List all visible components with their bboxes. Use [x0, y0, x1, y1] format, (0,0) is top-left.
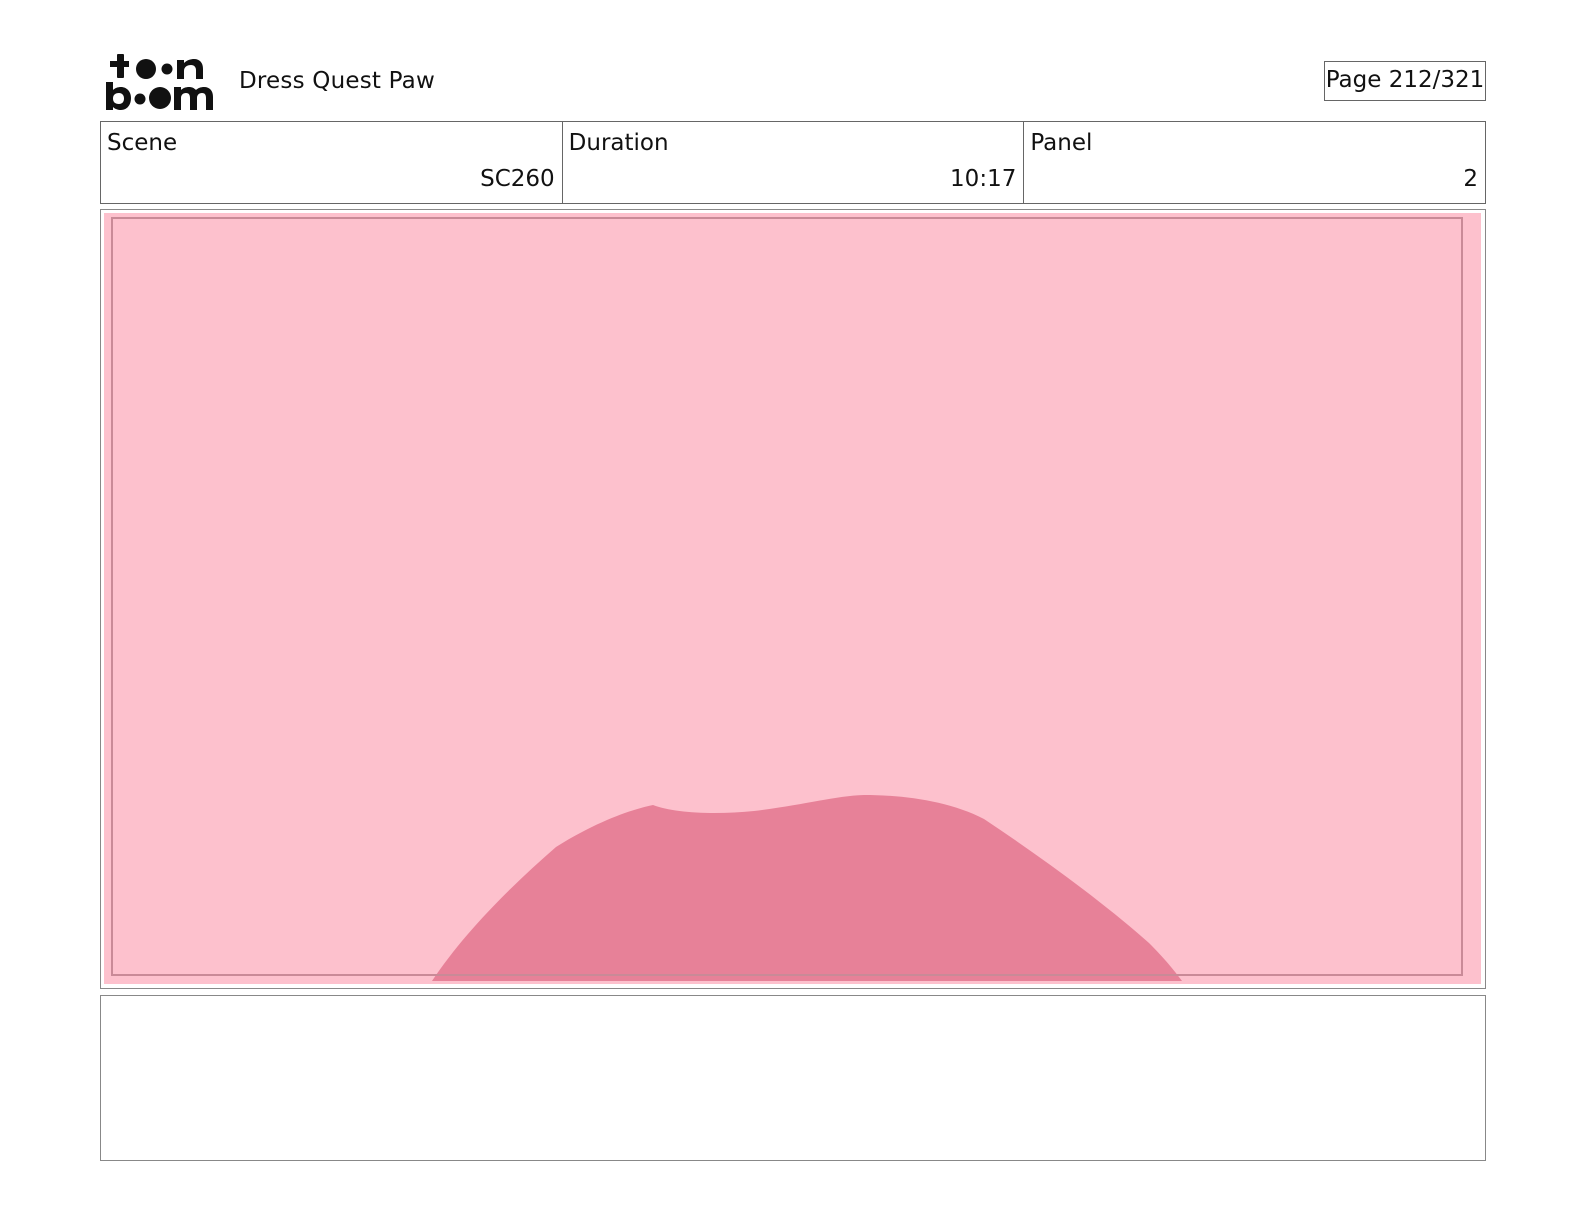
- panel-label: Panel: [1030, 130, 1093, 156]
- duration-cell: Duration 10:17: [563, 122, 1025, 203]
- toonboom-logo: [106, 54, 213, 110]
- storyboard-panel: [100, 209, 1486, 989]
- panel-cell: Panel 2: [1024, 122, 1485, 203]
- page-indicator: Page 212/321: [1324, 61, 1486, 101]
- panel-artwork: [104, 213, 1481, 984]
- duration-label: Duration: [568, 130, 669, 156]
- scene-label: Scene: [107, 130, 178, 156]
- project-title: Dress Quest Paw: [239, 68, 435, 94]
- panel-notes-box[interactable]: [100, 995, 1486, 1161]
- scene-value: SC260: [480, 166, 555, 192]
- scene-info-table: Scene SC260 Duration 10:17 Panel 2: [100, 121, 1486, 204]
- duration-value: 10:17: [950, 166, 1017, 192]
- panel-value: 2: [1463, 166, 1479, 192]
- scene-cell: Scene SC260: [101, 122, 563, 203]
